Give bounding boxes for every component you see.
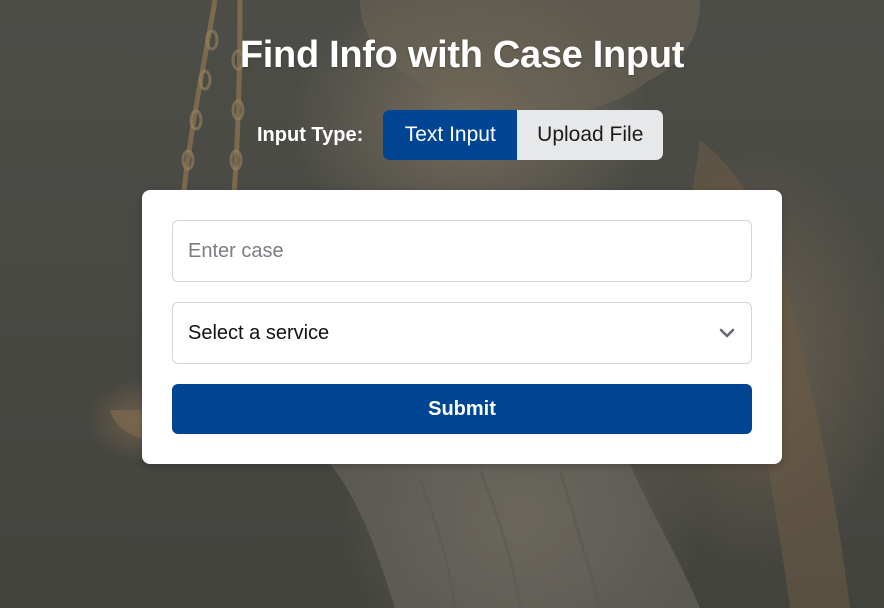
upload-file-tab[interactable]: Upload File <box>517 110 664 160</box>
submit-button[interactable]: Submit <box>172 384 752 434</box>
text-input-tab[interactable]: Text Input <box>383 110 518 160</box>
app-background: Find Info with Case Input Input Type: Te… <box>0 0 884 608</box>
input-type-label: Input Type: <box>257 123 364 146</box>
page-title: Find Info with Case Input <box>239 34 685 76</box>
input-type-selector: Input Type: Text Input Upload File <box>257 110 664 160</box>
chevron-down-icon <box>718 324 736 342</box>
service-select[interactable]: Select a service <box>172 302 752 364</box>
input-type-toggle: Text Input Upload File <box>383 110 664 160</box>
service-select-value: Select a service <box>188 321 330 344</box>
case-form-card: Select a service Submit <box>142 190 782 464</box>
case-input[interactable] <box>172 220 752 282</box>
